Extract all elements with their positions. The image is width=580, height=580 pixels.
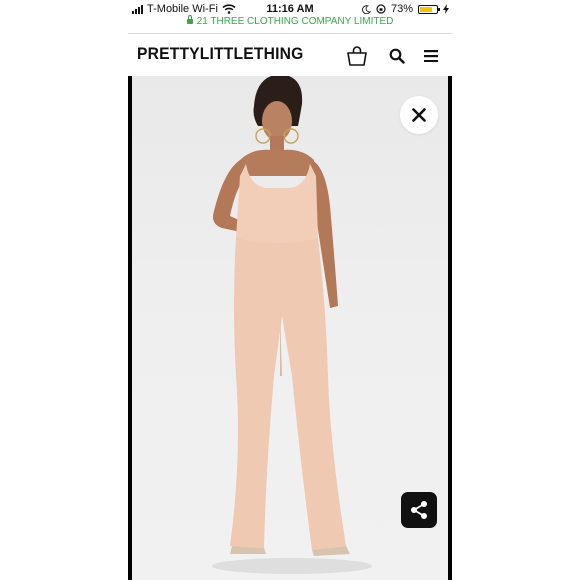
secure-site-indicator[interactable]: 21 THREE CLOTHING COMPANY LIMITED (128, 15, 452, 30)
close-button[interactable] (400, 96, 438, 134)
charging-icon (443, 4, 449, 14)
secure-site-name: 21 THREE CLOTHING COMPANY LIMITED (196, 16, 394, 27)
battery-percent: 73% (390, 3, 413, 15)
brand-logo[interactable]: PRETTYLITTLETHING (137, 44, 303, 64)
status-right: 73% (362, 3, 449, 15)
battery-icon (418, 4, 440, 14)
phone-screen: T-Mobile Wi-Fi 11:16 AM 73% 21 THREE CLO… (128, 0, 452, 580)
rotation-lock-icon (376, 4, 386, 14)
lock-icon (186, 15, 193, 24)
bag-icon[interactable] (346, 45, 368, 67)
search-icon[interactable] (386, 45, 408, 67)
moon-icon (362, 4, 371, 14)
menu-icon[interactable] (420, 45, 442, 67)
share-icon (411, 501, 427, 519)
close-icon (412, 108, 426, 122)
product-photo[interactable] (132, 76, 448, 580)
share-button[interactable] (401, 492, 437, 528)
battery-fill (420, 6, 432, 12)
image-viewer (128, 76, 452, 580)
site-header: PRETTYLITTLETHING (128, 34, 452, 76)
